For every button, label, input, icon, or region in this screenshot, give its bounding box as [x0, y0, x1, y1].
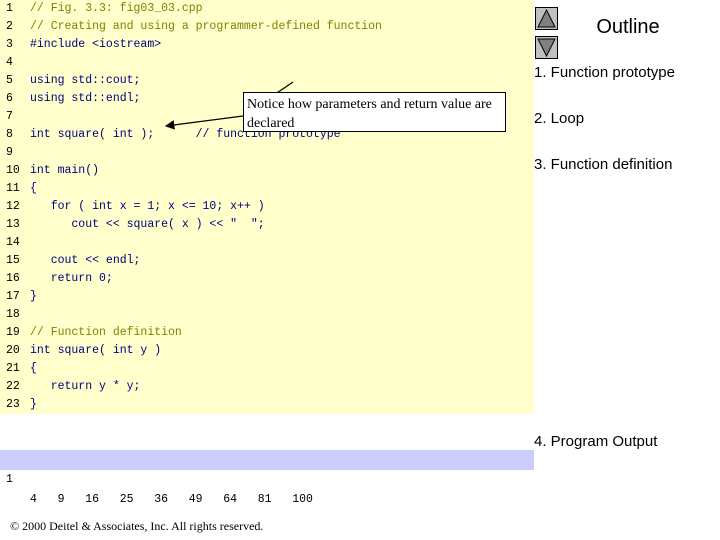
code-line: 14 [0, 234, 534, 252]
line-number: 11 [6, 182, 20, 195]
code-text: // Fig. 3.3: fig03_03.cpp [30, 2, 203, 15]
code-line: 4 [0, 54, 534, 72]
line-number: 13 [6, 218, 20, 231]
code-text: cout << endl; [30, 254, 141, 267]
annotation-callout: Notice how parameters and return value a… [243, 92, 506, 132]
code-text: for ( int x = 1; x <= 10; x++ ) [30, 200, 265, 213]
code-panel: 1 // Fig. 3.3: fig03_03.cpp 2 // Creating a… [0, 0, 534, 414]
code-line: 18 [0, 306, 534, 324]
outline-item-program-output: 4. Program Output [534, 433, 658, 450]
code-line: 2 // Creating and using a programmer-defi… [0, 18, 534, 36]
code-text: { [30, 182, 37, 195]
code-line: 23} [0, 396, 534, 414]
outline-title: Outline [596, 16, 660, 38]
code-line: 16 return 0; [0, 270, 534, 288]
code-line: 10 int main() [0, 162, 534, 180]
line-number: 4 [6, 56, 13, 69]
code-text: using std::cout; [30, 74, 141, 87]
triangle-up-icon [537, 8, 556, 28]
code-line: 13 cout << square( x ) << " "; [0, 216, 534, 234]
code-line: 1 // Fig. 3.3: fig03_03.cpp [0, 0, 534, 18]
line-number: 16 [6, 272, 20, 285]
code-text: // Function definition [30, 326, 182, 339]
outline-item-function-prototype: 1. Function prototype [534, 64, 675, 81]
line-number: 5 [6, 74, 13, 87]
line-number: 8 [6, 128, 13, 141]
line-number: 19 [6, 326, 20, 339]
line-number: 17 [6, 290, 20, 303]
code-line: 12 for ( int x = 1; x <= 10; x++ ) [0, 198, 534, 216]
code-text: } [30, 290, 37, 303]
line-number: 20 [6, 344, 20, 357]
line-number: 9 [6, 146, 13, 159]
callout-text: Notice how parameters and return value a… [247, 97, 492, 131]
code-line: 21 { [0, 360, 534, 378]
code-text: int main() [30, 164, 100, 177]
line-number: 1 [6, 2, 13, 15]
line-number: 12 [6, 200, 20, 213]
outline-item-loop: 2. Loop [534, 110, 585, 127]
line-number: 18 [6, 308, 20, 321]
line-number: 7 [6, 110, 13, 123]
code-line: 17} [0, 288, 534, 306]
line-number: 23 [6, 398, 20, 411]
code-text: using std::endl; [30, 92, 141, 105]
code-line: 15 cout << endl; [0, 252, 534, 270]
copyright-notice: © 2000 Deitel & Associates, Inc. All rig… [10, 519, 264, 533]
next-slide-button[interactable] [535, 36, 558, 59]
code-text: return y * y; [30, 380, 141, 393]
code-text: int square( int y ) [30, 344, 162, 357]
previous-slide-button[interactable] [535, 7, 558, 30]
line-number: 2 [6, 20, 13, 33]
line-number: 14 [6, 236, 20, 249]
code-text: cout << square( x ) << " "; [30, 218, 265, 231]
line-number: 3 [6, 38, 13, 51]
code-text: #include <iostream> [30, 38, 162, 51]
code-line: 3 #include <iostream> [0, 36, 534, 54]
line-number: 6 [6, 92, 13, 105]
output-text: 4 9 16 25 36 49 64 81 100 [30, 493, 313, 506]
program-output: 1 4 9 16 25 36 49 64 81 100 [0, 450, 534, 506]
code-line: 20 int square( int y ) [0, 342, 534, 360]
outline-item-function-definition: 3. Function definition [534, 156, 673, 173]
line-number: 10 [6, 164, 20, 177]
code-text: { [30, 362, 37, 375]
line-number: 15 [6, 254, 20, 267]
code-line: 11 { [0, 180, 534, 198]
code-line: 19 // Function definition [0, 324, 534, 342]
output-line-number: 1 [6, 473, 13, 486]
code-line: 5 using std::cout; [0, 72, 534, 90]
code-text: // Creating and using a programmer-defin… [30, 20, 382, 33]
code-text: return 0; [30, 272, 113, 285]
triangle-down-icon [537, 38, 556, 58]
code-text: } [30, 398, 37, 411]
line-number: 21 [6, 362, 20, 375]
code-line: 9 [0, 144, 534, 162]
line-number: 22 [6, 380, 20, 393]
code-line: 22 return y * y; [0, 378, 534, 396]
